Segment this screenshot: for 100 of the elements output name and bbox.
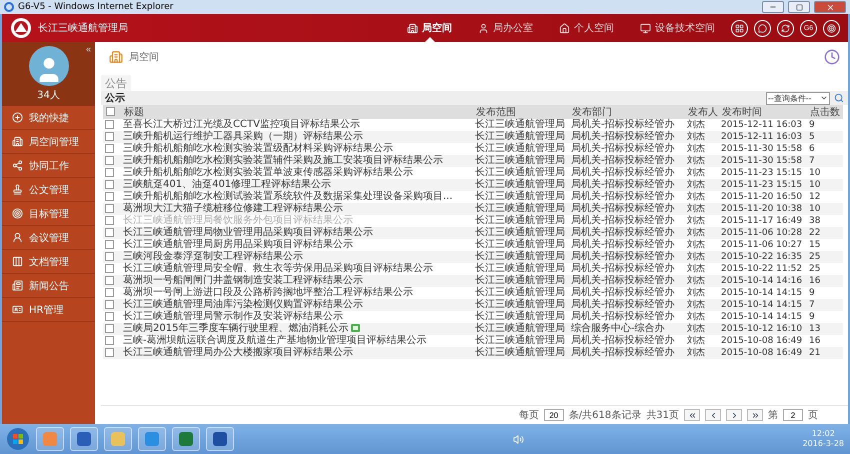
title-link[interactable]: 长江三峡通航管理局厨房用品采购项目评标结果公示: [121, 239, 473, 251]
refresh-button[interactable]: [777, 20, 794, 36]
next-page-button[interactable]: [726, 409, 742, 421]
title-link[interactable]: 三峡局2015年三季度车辆行驶里程、燃油消耗公示: [121, 323, 473, 335]
table-cell: 局机关-招标投标经管办: [569, 251, 685, 263]
maximize-icon: [796, 4, 802, 10]
table-cell: 25: [807, 251, 843, 263]
table-cell: 长江三峡通航管理局: [473, 119, 569, 131]
row-checkbox[interactable]: [105, 264, 114, 273]
apps-button[interactable]: [731, 20, 748, 36]
title-link[interactable]: 长江三峡通航管理局物业管理用品采购项目评标结果公示: [121, 227, 473, 239]
nav-tab[interactable]: 局空间: [397, 14, 462, 42]
query-select[interactable]: --查询条件--: [766, 92, 830, 104]
title-link[interactable]: 葛洲坝一号闸上游进口段及公路桥跨搁地坪整治工程评标结果公示: [121, 287, 473, 299]
app-icon: [178, 431, 194, 447]
row-checkbox[interactable]: [105, 348, 114, 357]
title-link[interactable]: 三峡河段金泰浮趸制安工程评标结果公示: [121, 251, 473, 263]
row-checkbox[interactable]: [105, 132, 114, 141]
plus-icon: [12, 112, 23, 123]
title-link[interactable]: 长江三峡通航管理局油库污染检测仪购置评标结果公示: [121, 299, 473, 311]
search-icon[interactable]: [834, 93, 844, 103]
minimize-button[interactable]: [762, 1, 784, 13]
title-link[interactable]: 三峡升船机船舶吃水检测试验装置系统软件及数据采集处理设备采购项目...: [121, 191, 473, 203]
table-cell: 长江三峡通航管理局: [473, 227, 569, 239]
title-link[interactable]: 至喜长江大桥过江光缆及CCTV监控项目评标结果公示: [121, 119, 473, 131]
table-cell: 刘杰: [685, 347, 719, 359]
row-checkbox[interactable]: [105, 228, 114, 237]
refresh-icon: [781, 24, 790, 32]
page-suffix: 页: [808, 409, 818, 422]
table-cell: 长江三峡通航管理局: [473, 275, 569, 287]
table-cell: 21: [807, 347, 843, 359]
taskbar-app-button[interactable]: [172, 427, 200, 451]
per-page-field[interactable]: 20: [544, 409, 564, 421]
row-checkbox[interactable]: [105, 300, 114, 309]
table-cell: 长江三峡通航管理局: [473, 239, 569, 251]
row-checkbox[interactable]: [105, 252, 114, 261]
row-checkbox[interactable]: [105, 276, 114, 285]
table-cell: 刘杰: [685, 119, 719, 131]
title-link[interactable]: 葛洲坝大江大猫子缆桩移位修建工程评标结果公示: [121, 203, 473, 215]
nav-tab[interactable]: 个人空间: [549, 14, 624, 42]
row-checkbox[interactable]: [105, 144, 114, 153]
row-checkbox[interactable]: [105, 324, 114, 333]
last-page-button[interactable]: [747, 409, 763, 421]
online-count: 34人: [37, 89, 60, 102]
first-page-icon: [688, 410, 696, 420]
select-all-checkbox[interactable]: [106, 107, 115, 116]
target-icon: [827, 24, 836, 32]
row-checkbox[interactable]: [105, 336, 114, 345]
table-cell: 长江三峡通航管理局: [473, 299, 569, 311]
row-checkbox[interactable]: [105, 192, 114, 201]
title-link[interactable]: 三峡航趸401、油趸401修理工程评标结果公示: [121, 179, 473, 191]
row-checkbox[interactable]: [105, 156, 114, 165]
app-icon: [144, 431, 160, 447]
title-link[interactable]: 长江三峡通航管理局办公大楼搬家项目评标结果公示: [121, 347, 473, 359]
collapse-button[interactable]: «: [86, 44, 91, 54]
taskbar-app-button[interactable]: [70, 427, 98, 451]
row-checkbox[interactable]: [105, 180, 114, 189]
title-link[interactable]: 三峡升船机运行维护工器具采购（一期）评标结果公示: [121, 131, 473, 143]
nav-tab[interactable]: 设备技术空间: [630, 14, 725, 42]
title-link[interactable]: 长江三峡通航管理局安全帽、救生衣等劳保用品采购项目评标结果公示: [121, 263, 473, 275]
table-cell: 刘杰: [685, 239, 719, 251]
title-link[interactable]: 三峡升船机船舶吃水检测实验装置级配材料采购评标结果公示: [121, 143, 473, 155]
table-cell: 刘杰: [685, 227, 719, 239]
clock-icon: [824, 49, 840, 65]
maximize-button[interactable]: [788, 1, 810, 13]
target-icon: [12, 208, 23, 219]
row-checkbox[interactable]: [105, 204, 114, 213]
first-page-button[interactable]: [684, 409, 700, 421]
close-button[interactable]: [814, 1, 846, 13]
table-cell: 2015-10-14 14:15: [719, 311, 807, 323]
title-link[interactable]: 长江三峡通航管理局警示制作及安装评标结果公示: [121, 311, 473, 323]
stamp-icon: [12, 184, 23, 195]
id-card-icon: [12, 304, 23, 315]
table-cell: 局机关-招标投标经管办: [569, 275, 685, 287]
title-link[interactable]: 三峡升船机船舶吃水检测实验装置辅件采购及施工安装项目评标结果公示: [121, 155, 473, 167]
target-button[interactable]: [823, 20, 840, 36]
row-checkbox[interactable]: [105, 240, 114, 249]
nav-tab[interactable]: 局办公室: [468, 14, 543, 42]
table-cell: 9: [807, 119, 843, 131]
row-checkbox[interactable]: [105, 120, 114, 129]
table-cell: 长江三峡通航管理局: [473, 143, 569, 155]
row-checkbox[interactable]: [105, 168, 114, 177]
page-field[interactable]: 2: [783, 409, 803, 421]
title-link[interactable]: 三峡升船机船舶吃水检测实验装置单波束传感器采购评标结果公示: [121, 167, 473, 179]
row-checkbox[interactable]: [105, 312, 114, 321]
start-button[interactable]: [6, 427, 30, 451]
chat-button[interactable]: [754, 20, 771, 36]
title-link[interactable]: 三峡-葛洲坝航运联合调度及航道生产基地物业管理项目评标结果公示: [121, 335, 473, 347]
taskbar-app-button[interactable]: [206, 427, 234, 451]
record-count: 条/共618条记录: [568, 408, 642, 422]
title-link[interactable]: 葛洲坝一号船闸闸门井盖钢制造安装工程评标结果公示: [121, 275, 473, 287]
table-cell: 2015-10-14 14:16: [719, 275, 807, 287]
taskbar-app-button[interactable]: [138, 427, 166, 451]
previous-page-button[interactable]: [705, 409, 721, 421]
row-checkbox[interactable]: [105, 288, 114, 297]
volume-icon[interactable]: [512, 434, 524, 444]
panel-title: 公示: [105, 92, 126, 105]
table-cell: 2015-10-22 16:35: [719, 251, 807, 263]
table-cell: 2015-10-14 14:15: [719, 287, 807, 299]
row-checkbox[interactable]: [105, 216, 114, 225]
